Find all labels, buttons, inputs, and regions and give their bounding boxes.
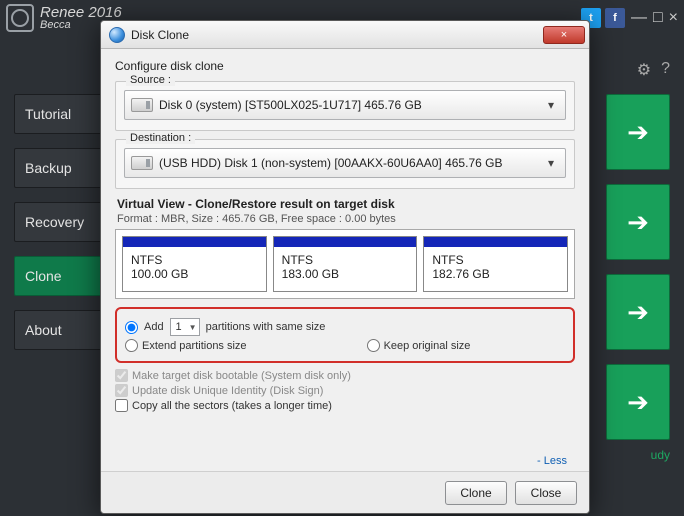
virtual-view-title: Virtual View - Clone/Restore result on t…	[117, 197, 575, 211]
sidebar-item-clone[interactable]: Clone	[14, 256, 104, 296]
facebook-icon[interactable]: f	[605, 8, 625, 28]
option-add-post: partitions with same size	[206, 321, 326, 333]
dialog-titlebar: Disk Clone ×	[101, 21, 589, 49]
help-icon[interactable]: ?	[661, 60, 670, 80]
sidebar-item-label: About	[25, 322, 62, 338]
destination-disk-text: (USB HDD) Disk 1 (non-system) [00AAKX-60…	[159, 156, 543, 170]
sidebar-item-label: Tutorial	[25, 106, 71, 122]
partition-size: 100.00 GB	[131, 267, 258, 281]
app-close-button[interactable]: ×	[669, 9, 678, 27]
disk-clone-dialog: Disk Clone × Configure disk clone Source…	[100, 20, 590, 514]
checkbox-bootable-row: Make target disk bootable (System disk o…	[115, 369, 575, 382]
option-add-pre: Add	[144, 321, 164, 333]
chevron-down-icon: ▼	[187, 323, 199, 332]
sidebar-item-tutorial[interactable]: Tutorial	[14, 94, 104, 134]
virtual-view-panel: NTFS 100.00 GB NTFS 183.00 GB NTFS 182.7…	[115, 229, 575, 299]
destination-group: Destination : (USB HDD) Disk 1 (non-syst…	[115, 139, 575, 189]
dialog-subtitle: Configure disk clone	[115, 59, 575, 73]
checkbox-bootable	[115, 369, 128, 382]
partition-type: NTFS	[282, 253, 409, 267]
source-legend: Source :	[126, 74, 175, 86]
partition-colorbar	[123, 237, 266, 247]
arrow-button-4[interactable]: ➔	[606, 364, 670, 440]
option-add-row: Add 1 ▼ partitions with same size	[125, 318, 565, 336]
partition-colorbar	[274, 237, 417, 247]
top-icons: ⚙ ?	[637, 60, 670, 80]
minimize-button[interactable]: —	[631, 9, 647, 27]
sidebar-item-label: Backup	[25, 160, 72, 176]
option-keep-radio[interactable]	[367, 339, 380, 352]
checkbox-uid-label: Update disk Unique Identity (Disk Sign)	[132, 385, 323, 397]
dialog-title: Disk Clone	[131, 28, 189, 42]
checkbox-sectors-row: Copy all the sectors (takes a longer tim…	[115, 399, 575, 412]
sidebar-item-label: Clone	[25, 268, 62, 284]
clone-button[interactable]: Clone	[445, 481, 507, 505]
destination-disk-combo[interactable]: (USB HDD) Disk 1 (non-system) [00AAKX-60…	[124, 148, 566, 178]
arrow-button-2[interactable]: ➔	[606, 184, 670, 260]
sidebar-item-about[interactable]: About	[14, 310, 104, 350]
option-extend-label: Extend partitions size	[142, 340, 247, 352]
checkbox-sectors[interactable]	[115, 399, 128, 412]
dialog-body: Configure disk clone Source : Disk 0 (sy…	[101, 49, 589, 471]
partition-size: 183.00 GB	[282, 267, 409, 281]
option-extend-radio[interactable]	[125, 339, 138, 352]
source-disk-text: Disk 0 (system) [ST500LX025-1U717] 465.7…	[159, 98, 543, 112]
sidebar-item-recovery[interactable]: Recovery	[14, 202, 104, 242]
checkbox-sectors-label: Copy all the sectors (takes a longer tim…	[132, 400, 332, 412]
partition-colorbar	[424, 237, 567, 247]
sidebar-item-backup[interactable]: Backup	[14, 148, 104, 188]
arrow-button-1[interactable]: ➔	[606, 94, 670, 170]
partition-type: NTFS	[131, 253, 258, 267]
sidebar: Tutorial Backup Recovery Clone About	[14, 94, 104, 350]
partition-box: NTFS 182.76 GB	[423, 236, 568, 292]
option-keep-label: Keep original size	[384, 340, 471, 352]
options-box: Add 1 ▼ partitions with same size Extend…	[115, 307, 575, 363]
chevron-down-icon: ▾	[543, 156, 559, 170]
gear-icon[interactable]: ⚙	[637, 60, 651, 80]
partition-size: 182.76 GB	[432, 267, 559, 281]
hdd-icon	[131, 156, 153, 170]
checkbox-bootable-label: Make target disk bootable (System disk o…	[132, 370, 351, 382]
virtual-view-format: Format : MBR, Size : 465.76 GB, Free spa…	[117, 213, 575, 225]
checkbox-uid-row: Update disk Unique Identity (Disk Sign)	[115, 384, 575, 397]
destination-legend: Destination :	[126, 132, 195, 144]
hdd-icon	[131, 98, 153, 112]
less-link[interactable]: - Less	[537, 455, 567, 467]
chevron-down-icon: ▾	[543, 98, 559, 112]
close-button[interactable]: Close	[515, 481, 577, 505]
option-row-2: Extend partitions size Keep original siz…	[125, 339, 565, 352]
bottom-hint: udy	[651, 448, 670, 462]
partition-box: NTFS 183.00 GB	[273, 236, 418, 292]
add-count-value: 1	[171, 321, 187, 333]
source-group: Source : Disk 0 (system) [ST500LX025-1U7…	[115, 81, 575, 131]
dialog-icon	[109, 27, 125, 43]
option-add-radio[interactable]	[125, 321, 138, 334]
dialog-footer: Clone Close	[101, 471, 589, 513]
maximize-button[interactable]: □	[653, 9, 663, 27]
source-disk-combo[interactable]: Disk 0 (system) [ST500LX025-1U717] 465.7…	[124, 90, 566, 120]
app-logo-icon	[6, 4, 34, 32]
dialog-close-button[interactable]: ×	[543, 26, 585, 44]
sidebar-item-label: Recovery	[25, 214, 84, 230]
partition-box: NTFS 100.00 GB	[122, 236, 267, 292]
partition-type: NTFS	[432, 253, 559, 267]
action-arrow-column: ➔ ➔ ➔ ➔	[606, 94, 670, 440]
add-count-spinner[interactable]: 1 ▼	[170, 318, 200, 336]
app-title-main: Renee 2016	[40, 5, 122, 20]
checkbox-block: Make target disk bootable (System disk o…	[115, 369, 575, 412]
arrow-button-3[interactable]: ➔	[606, 274, 670, 350]
checkbox-uid	[115, 384, 128, 397]
